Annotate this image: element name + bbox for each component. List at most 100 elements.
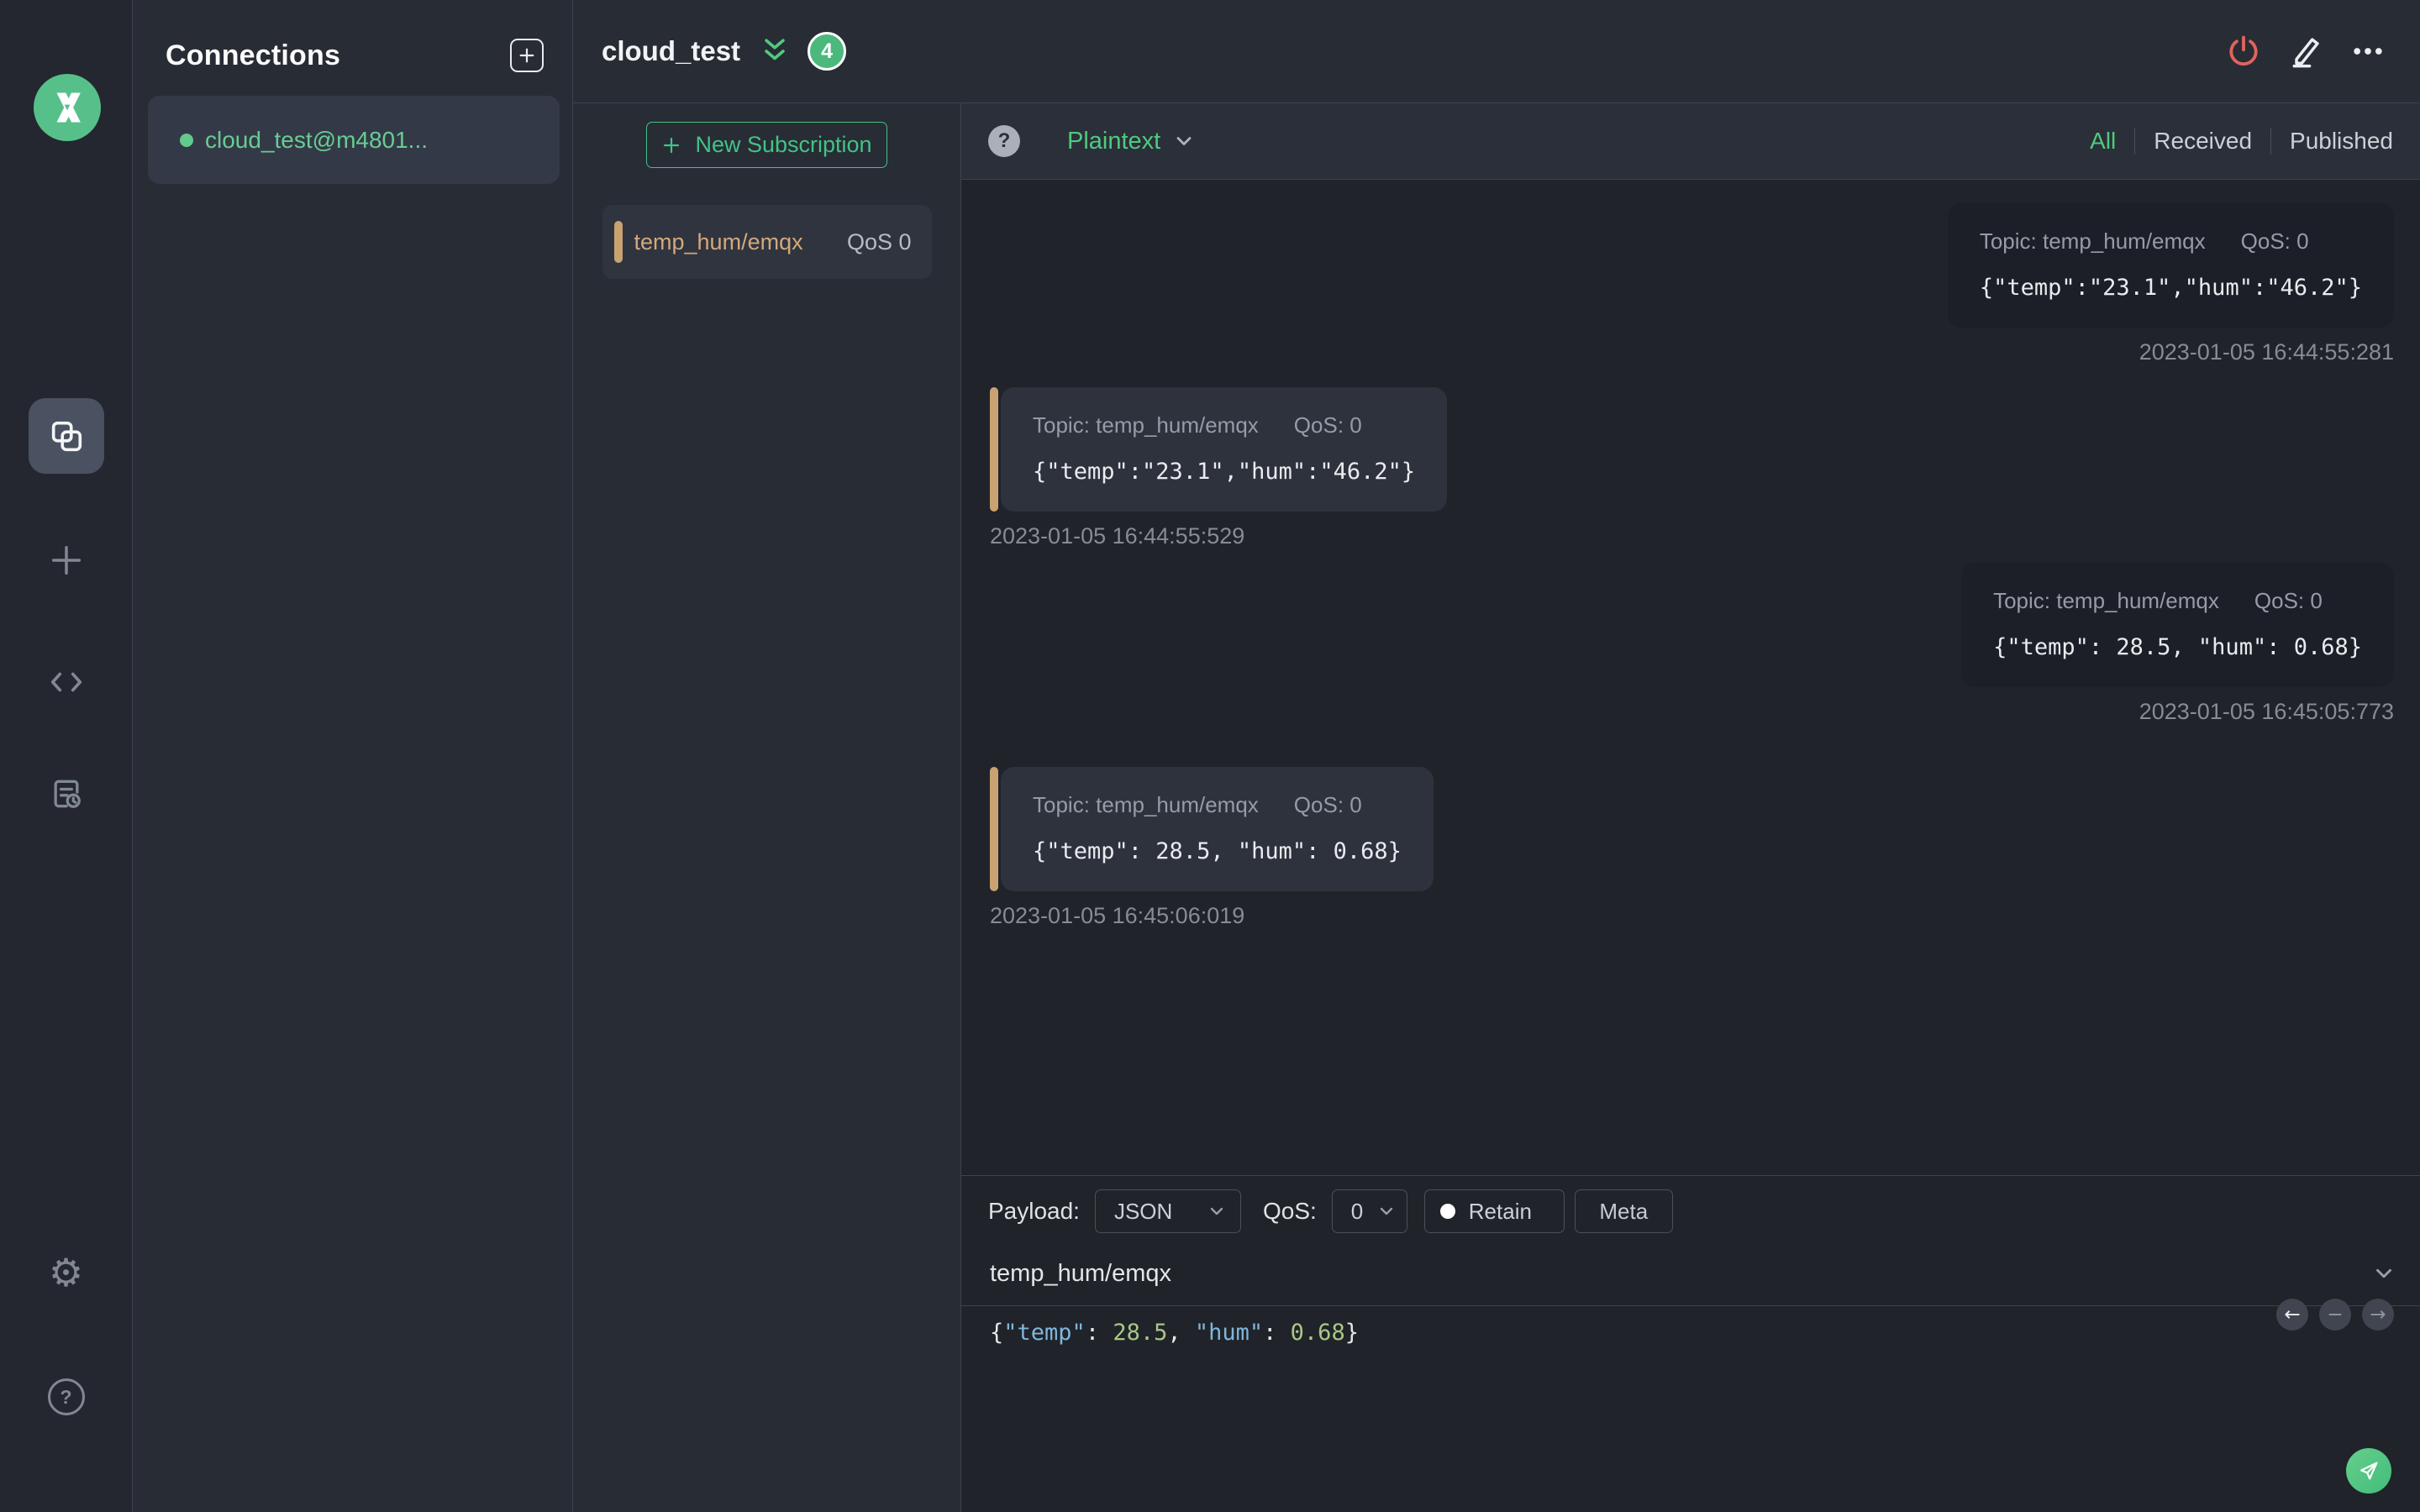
message-timestamp: 2023-01-05 16:44:55:281 (2139, 339, 2394, 365)
message-payload: {"temp":"23.1","hum":"46.2"} (1033, 459, 1416, 485)
edit-pencil-icon[interactable] (2287, 33, 2324, 70)
connections-panel: Connections cloud_test@m4801... (133, 0, 573, 1512)
payload-token-punct: } (1344, 1320, 1359, 1346)
message-payload: {"temp": 28.5, "hum": 0.68} (1033, 838, 1402, 864)
more-options-icon[interactable] (2349, 33, 2386, 70)
retain-label: Retain (1468, 1198, 1532, 1224)
payload-token-number: 28.5 (1113, 1320, 1168, 1346)
message-format-value: Plaintext (1067, 127, 1161, 155)
message-format-select[interactable]: Plaintext (1067, 128, 1196, 155)
message-bubble: Topic: temp_hum/emqx QoS: 0 {"temp":"23.… (1001, 387, 1448, 512)
payload-format-label: Payload: (988, 1198, 1080, 1224)
received-accent-bar (990, 387, 998, 512)
message-row: Topic: temp_hum/emqx QoS: 0 {"temp": 28.… (1961, 563, 2394, 687)
gear-icon: ⚙ (48, 1250, 84, 1295)
sidebar-item-connections[interactable] (28, 398, 104, 474)
sidebar-item-help[interactable]: ? (47, 1378, 85, 1415)
filter-all[interactable]: All (2071, 128, 2134, 155)
collapse-editor-icon[interactable] (2371, 1261, 2396, 1286)
subscription-topic: temp_hum/emqx (634, 228, 803, 255)
payload-format-help-icon[interactable]: ? (988, 125, 1020, 157)
code-icon (47, 663, 86, 701)
topic-input[interactable]: temp_hum/emqx (990, 1260, 1171, 1288)
filter-received[interactable]: Received (2134, 128, 2270, 155)
publish-toolbar: Payload: JSON QoS: 0 Retain Meta (961, 1176, 2420, 1233)
payload-token-number: 0.68 (1290, 1320, 1345, 1346)
message: Topic: temp_hum/emqx QoS: 0 {"temp": 28.… (1961, 563, 2394, 725)
qos-value: 0 (1350, 1198, 1364, 1224)
connection-item[interactable]: cloud_test@m4801... (148, 96, 560, 184)
message: Topic: temp_hum/emqx QoS: 0 {"temp":"23.… (990, 387, 1448, 549)
help-circle-icon: ? (47, 1378, 85, 1415)
message-meta: Topic: temp_hum/emqx QoS: 0 (1033, 792, 1402, 818)
message-topic: Topic: temp_hum/emqx (1033, 792, 1259, 817)
qos-label: QoS: (1262, 1198, 1317, 1224)
connected-status-dot (180, 133, 193, 147)
message: Topic: temp_hum/emqx QoS: 0 {"temp":"23.… (1947, 203, 2394, 365)
message-qos: QoS: 0 (1293, 412, 1362, 438)
plus-icon (47, 541, 86, 580)
message-meta: Topic: temp_hum/emqx QoS: 0 (1993, 588, 2362, 614)
clear-message-button[interactable]: − (2319, 1299, 2351, 1331)
payload-format-value: JSON (1113, 1198, 1173, 1224)
chevron-down-icon (1172, 129, 1196, 153)
collapse-panel-icon[interactable] (760, 35, 789, 67)
prev-message-button[interactable]: ← (2276, 1299, 2308, 1331)
payload-token-punct: { (990, 1320, 1004, 1346)
message-row: Topic: temp_hum/emqx QoS: 0 {"temp": 28.… (990, 767, 1434, 891)
mqttx-app: ⚙ ? Connections cloud_test@m4801... clou… (0, 0, 2420, 1512)
messages-panel: ? Plaintext All Received Published Topic… (961, 103, 2420, 1512)
mqttx-logo (34, 74, 101, 141)
message-qos: QoS: 0 (1293, 792, 1362, 817)
subscription-item[interactable]: temp_hum/emqx QoS 0 (602, 205, 932, 279)
sidebar-item-settings[interactable]: ⚙ (49, 1253, 83, 1292)
disconnect-power-icon[interactable] (2225, 33, 2262, 70)
payload-editor[interactable]: {"temp": 28.5, "hum": 0.68} (961, 1306, 2420, 1346)
qos-select[interactable]: 0 (1331, 1189, 1407, 1233)
meta-button[interactable]: Meta (1574, 1189, 1673, 1233)
new-subscription-button[interactable]: New Subscription (646, 122, 887, 168)
message-topic: Topic: temp_hum/emqx (1993, 588, 2219, 613)
next-message-button[interactable]: → (2362, 1299, 2394, 1331)
message-list: Topic: temp_hum/emqx QoS: 0 {"temp":"23.… (961, 180, 2420, 1175)
plus-icon (518, 46, 536, 65)
payload-format-select[interactable]: JSON (1094, 1189, 1241, 1233)
message-topic: Topic: temp_hum/emqx (1979, 228, 2206, 254)
chevron-down-icon (1207, 1201, 1227, 1221)
message-topic: Topic: temp_hum/emqx (1033, 412, 1259, 438)
message-timestamp: 2023-01-05 16:44:55:529 (990, 523, 1245, 549)
history-nav: ← − → (2276, 1299, 2394, 1331)
message-timestamp: 2023-01-05 16:45:06:019 (990, 903, 1245, 928)
sidebar-item-script[interactable] (47, 663, 86, 701)
header-actions (2225, 33, 2386, 70)
log-icon (48, 775, 85, 812)
sidebar-item-log[interactable] (48, 775, 85, 812)
new-subscription-label: New Subscription (695, 132, 872, 157)
publish-panel: Payload: JSON QoS: 0 Retain Meta temp_hu… (961, 1175, 2420, 1512)
connection-name: cloud_test@m4801... (205, 126, 429, 153)
message-row: Topic: temp_hum/emqx QoS: 0 {"temp":"23.… (990, 387, 1448, 512)
message-filters: All Received Published (2071, 128, 2393, 155)
message-meta: Topic: temp_hum/emqx QoS: 0 (1980, 228, 2362, 255)
topic-input-row: temp_hum/emqx (961, 1233, 2420, 1294)
message-qos: QoS: 0 (2254, 588, 2323, 613)
retain-toggle[interactable]: Retain (1423, 1189, 1565, 1233)
subscriptions-panel: New Subscription temp_hum/emqx QoS 0 (573, 103, 961, 1512)
message-payload: {"temp": 28.5, "hum": 0.68} (1993, 634, 2362, 660)
subscription-accent-bar (613, 221, 623, 263)
payload-token-key: "hum" (1194, 1320, 1264, 1346)
payload-token-punct: , (1167, 1320, 1195, 1346)
received-accent-bar (990, 767, 998, 891)
send-button[interactable] (2346, 1448, 2391, 1494)
main-body: New Subscription temp_hum/emqx QoS 0 ? P… (573, 103, 2420, 1512)
page-title: cloud_test (602, 35, 741, 66)
connections-header: Connections (133, 0, 572, 72)
new-connection-button[interactable] (510, 39, 544, 72)
payload-token-punct: : (1085, 1320, 1113, 1346)
message-bubble: Topic: temp_hum/emqx QoS: 0 {"temp":"23.… (1947, 203, 2394, 328)
message-qos: QoS: 0 (2240, 228, 2309, 254)
sidebar-item-new-connection[interactable] (47, 541, 86, 580)
paper-plane-icon (2357, 1459, 2381, 1483)
connections-title: Connections (166, 39, 341, 71)
filter-published[interactable]: Published (2270, 128, 2393, 155)
